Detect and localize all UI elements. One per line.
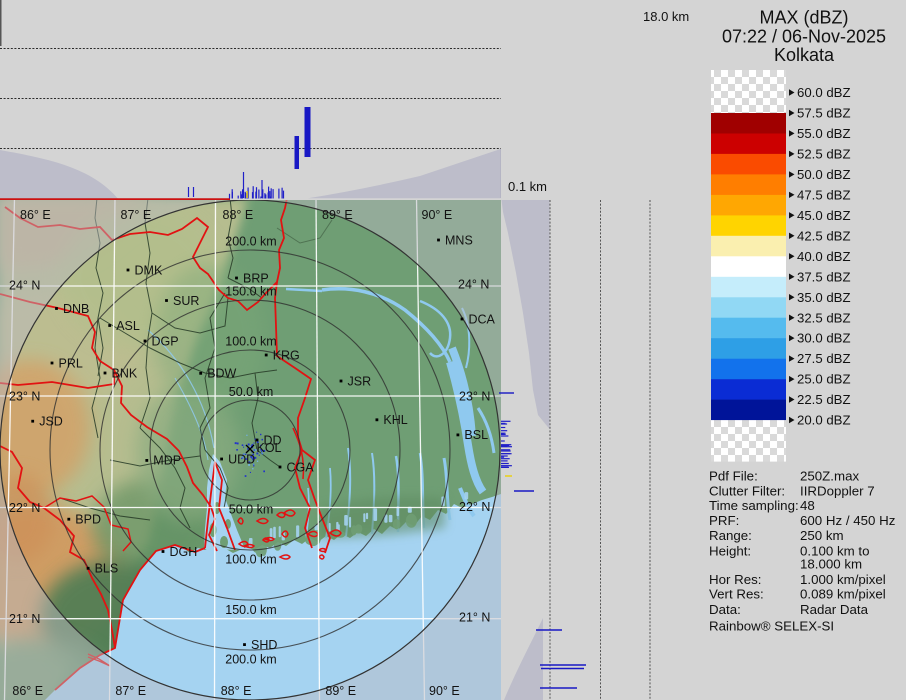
svg-text:32.5 dBZ: 32.5 dBZ — [797, 310, 851, 325]
svg-text:Vert Res:: Vert Res: — [709, 587, 764, 602]
svg-text:50.0 km: 50.0 km — [229, 503, 273, 517]
svg-text:50.0 dBZ: 50.0 dBZ — [797, 167, 851, 182]
svg-text:200.0 km: 200.0 km — [225, 653, 276, 667]
svg-text:SHD: SHD — [251, 638, 277, 652]
svg-text:BSL: BSL — [464, 428, 488, 442]
svg-text:BPD: BPD — [75, 513, 101, 527]
svg-text:250 km: 250 km — [800, 528, 844, 543]
svg-text:24° N: 24° N — [458, 278, 489, 292]
svg-text:24° N: 24° N — [9, 279, 40, 293]
svg-text:Kolkata: Kolkata — [774, 45, 835, 65]
svg-text:250Z.max: 250Z.max — [800, 469, 859, 484]
svg-text:21° N: 21° N — [459, 611, 490, 625]
svg-text:52.5 dBZ: 52.5 dBZ — [797, 147, 851, 162]
svg-text:PRL: PRL — [59, 356, 83, 370]
svg-text:100.0 km: 100.0 km — [225, 335, 276, 349]
svg-text:BDW: BDW — [207, 367, 236, 381]
svg-text:89° E: 89° E — [325, 684, 356, 698]
svg-text:DGH: DGH — [170, 545, 198, 559]
svg-text:87° E: 87° E — [115, 684, 146, 698]
svg-text:DNB: DNB — [63, 302, 89, 316]
svg-text:150.0 km: 150.0 km — [225, 603, 276, 617]
svg-text:47.5 dBZ: 47.5 dBZ — [797, 187, 851, 202]
svg-text:88° E: 88° E — [221, 684, 252, 698]
svg-text:88° E: 88° E — [223, 208, 254, 222]
svg-text:23° N: 23° N — [459, 390, 490, 404]
svg-text:UDD: UDD — [228, 452, 255, 466]
svg-text:DMK: DMK — [135, 263, 163, 277]
svg-text:21° N: 21° N — [9, 612, 40, 626]
svg-text:90° E: 90° E — [429, 684, 460, 698]
svg-text:86° E: 86° E — [20, 208, 51, 222]
svg-text:22° N: 22° N — [459, 500, 490, 514]
svg-text:37.5 dBZ: 37.5 dBZ — [797, 269, 851, 284]
svg-text:22.5 dBZ: 22.5 dBZ — [797, 392, 851, 407]
svg-text:27.5 dBZ: 27.5 dBZ — [797, 351, 851, 366]
svg-text:Rainbow® SELEX-SI: Rainbow® SELEX-SI — [709, 619, 834, 634]
svg-text:IIRDoppler 7: IIRDoppler 7 — [800, 484, 875, 499]
svg-text:40.0 dBZ: 40.0 dBZ — [797, 249, 851, 264]
svg-text:100.0 km: 100.0 km — [225, 553, 276, 567]
svg-text:48: 48 — [800, 498, 815, 513]
svg-text:30.0 dBZ: 30.0 dBZ — [797, 331, 851, 346]
svg-text:60.0 dBZ: 60.0 dBZ — [797, 85, 851, 100]
svg-text:20.0 dBZ: 20.0 dBZ — [797, 413, 851, 428]
svg-text:SUR: SUR — [173, 294, 199, 308]
svg-text:50.0 km: 50.0 km — [229, 385, 273, 399]
svg-text:Hor Res:: Hor Res: — [709, 572, 761, 587]
svg-text:JSR: JSR — [348, 374, 372, 388]
svg-text:18.000 km: 18.000 km — [800, 556, 862, 571]
svg-text:DCA: DCA — [469, 312, 496, 326]
svg-text:07:22 / 06-Nov-2025: 07:22 / 06-Nov-2025 — [722, 27, 886, 47]
svg-text:JSD: JSD — [39, 415, 63, 429]
svg-text:Height:: Height: — [709, 544, 751, 559]
svg-text:KOL: KOL — [257, 441, 282, 455]
svg-text:DGP: DGP — [152, 334, 179, 348]
svg-text:Radar Data: Radar Data — [800, 602, 869, 617]
svg-text:Range:: Range: — [709, 528, 752, 543]
svg-text:89° E: 89° E — [322, 208, 353, 222]
svg-text:57.5 dBZ: 57.5 dBZ — [797, 106, 851, 121]
svg-text:600 Hz / 450 Hz: 600 Hz / 450 Hz — [800, 513, 895, 528]
svg-text:18.0 km: 18.0 km — [643, 9, 689, 24]
svg-text:55.0 dBZ: 55.0 dBZ — [797, 126, 851, 141]
svg-text:Data:: Data: — [709, 602, 741, 617]
svg-text:MAX (dBZ): MAX (dBZ) — [759, 8, 848, 28]
svg-text:1.000 km/pixel: 1.000 km/pixel — [800, 572, 886, 587]
svg-text:KHL: KHL — [383, 413, 407, 427]
svg-text:PRF:: PRF: — [709, 513, 739, 528]
svg-text:Pdf File:: Pdf File: — [709, 469, 758, 484]
svg-text:86° E: 86° E — [12, 684, 43, 698]
svg-text:KRG: KRG — [273, 348, 300, 362]
svg-text:Clutter Filter:: Clutter Filter: — [709, 484, 785, 499]
svg-text:87° E: 87° E — [121, 208, 152, 222]
svg-text:150.0 km: 150.0 km — [225, 285, 276, 299]
svg-text:MNS: MNS — [445, 233, 473, 247]
svg-text:200.0 km: 200.0 km — [225, 235, 276, 249]
svg-text:0.1 km: 0.1 km — [508, 179, 547, 194]
svg-text:90° E: 90° E — [422, 208, 453, 222]
svg-text:CGA: CGA — [287, 460, 315, 474]
svg-text:35.0 dBZ: 35.0 dBZ — [797, 290, 851, 305]
svg-text:42.5 dBZ: 42.5 dBZ — [797, 228, 851, 243]
svg-text:0.089 km/pixel: 0.089 km/pixel — [800, 587, 886, 602]
svg-text:22° N: 22° N — [9, 501, 40, 515]
svg-text:25.0 dBZ: 25.0 dBZ — [797, 372, 851, 387]
svg-text:BNK: BNK — [112, 366, 138, 380]
svg-text:Time sampling:: Time sampling: — [709, 498, 799, 513]
svg-text:23° N: 23° N — [9, 390, 40, 404]
svg-text:MDP: MDP — [153, 454, 181, 468]
svg-text:ASL: ASL — [116, 319, 140, 333]
svg-text:BRP: BRP — [243, 271, 269, 285]
svg-text:BLS: BLS — [95, 562, 119, 576]
svg-text:45.0 dBZ: 45.0 dBZ — [797, 208, 851, 223]
